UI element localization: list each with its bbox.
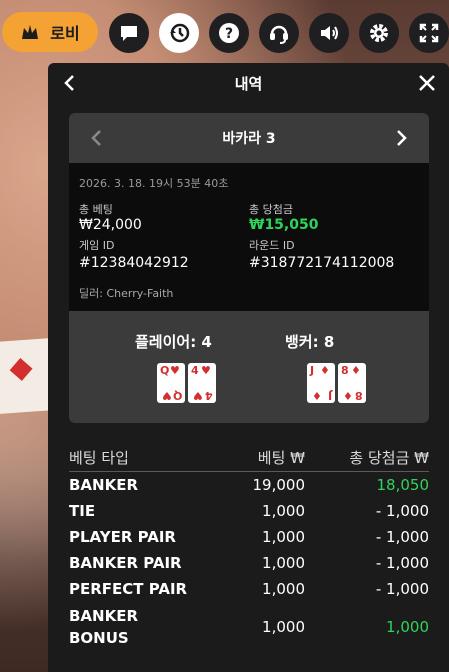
card-suit: ♥	[201, 364, 211, 377]
card-suit: ♦	[351, 364, 361, 377]
support-button[interactable]	[259, 13, 299, 53]
bet-amount: 1,000	[262, 580, 305, 598]
volume-button[interactable]	[309, 13, 349, 53]
card-rank: Q	[172, 389, 182, 402]
game-id-value: #12384042912	[79, 255, 189, 271]
total-win-value: ₩15,050	[249, 217, 319, 233]
fullscreen-button[interactable]	[409, 13, 449, 53]
panel-header: 내역	[48, 63, 449, 103]
playing-card: 4 ♥ 4 ♥	[188, 363, 216, 403]
card-suit: ♥	[170, 364, 180, 377]
card-rank: 4	[191, 364, 199, 377]
card-rank: J	[327, 389, 332, 402]
volume-icon	[321, 26, 338, 40]
history-icon	[170, 23, 190, 43]
table-row: PLAYER PAIR 1,000 - 1,000	[69, 524, 429, 550]
chat-button[interactable]	[109, 13, 149, 53]
card-suit: ♥	[193, 389, 203, 402]
win-amount: - 1,000	[375, 528, 429, 546]
game-navigator: 바카라 3	[69, 113, 429, 163]
next-icon[interactable]	[389, 126, 413, 150]
bet-type: PLAYER PAIR	[69, 528, 176, 546]
game-datetime: 2026. 3. 18. 19시 53분 40초	[79, 177, 229, 190]
table-row: BANKER PAIR 1,000 - 1,000	[69, 550, 429, 576]
bet-type: PERFECT PAIR	[69, 580, 188, 598]
history-panel: 내역 바카라 3 2026. 3. 18. 19시 53분 40초 총 베팅 ₩…	[48, 63, 449, 672]
table-row: PERFECT PAIR 1,000 - 1,000	[69, 576, 429, 602]
bets-table-header: 베팅 타입 베팅 ₩ 총 당첨금 ₩	[69, 443, 429, 472]
lobby-button[interactable]: 로비	[2, 12, 98, 52]
bet-type: BANKER	[69, 476, 139, 494]
bet-amount: 1,000	[262, 502, 305, 520]
total-win-label: 총 당첨금	[249, 203, 293, 216]
player-cards: Q ♥ Q ♥ 4 ♥ 4 ♥	[157, 363, 216, 403]
help-button[interactable]: ?	[209, 13, 249, 53]
svg-text:?: ?	[225, 26, 233, 42]
dealer-name: 딜러: Cherry-Faith	[79, 287, 174, 300]
round-result: 플레이어: 4 뱅커: 8 Q ♥ Q ♥ 4 ♥ 4 ♥ J ♦ J ♦ 8 …	[69, 311, 429, 423]
card-suit: ♥	[162, 389, 172, 402]
bet-type: BANKER PAIR	[69, 554, 182, 572]
playing-card: Q ♥ Q ♥	[157, 363, 185, 403]
card-rank: 4	[205, 389, 213, 402]
game-id-label: 게임 ID	[79, 239, 115, 252]
card-suit: ♦	[320, 364, 330, 377]
close-icon[interactable]	[415, 71, 439, 95]
bet-amount: 19,000	[252, 476, 306, 494]
bet-type: TIE	[69, 502, 96, 520]
banker-score: 뱅커: 8	[285, 333, 335, 351]
player-score: 플레이어: 4	[135, 333, 212, 351]
total-bet-value: ₩24,000	[79, 217, 142, 233]
card-rank: 8	[341, 364, 349, 377]
win-amount: - 1,000	[375, 554, 429, 572]
history-button[interactable]	[159, 13, 199, 53]
card-suit: ♦	[312, 389, 322, 402]
bet-amount: 1,000	[262, 554, 305, 572]
win-amount: - 1,000	[375, 502, 429, 520]
bets-table: 베팅 타입 베팅 ₩ 총 당첨금 ₩ BANKER 19,000 18,050 …	[69, 443, 429, 652]
header-bet-type: 베팅 타입	[69, 448, 129, 467]
game-record-card: 바카라 3 2026. 3. 18. 19시 53분 40초 총 베팅 ₩24,…	[69, 113, 429, 423]
card-rank: 8	[355, 389, 363, 402]
round-id-label: 라운드 ID	[249, 239, 295, 252]
win-amount: 18,050	[376, 476, 430, 494]
crown-icon	[22, 25, 39, 39]
settings-button[interactable]	[359, 13, 399, 53]
card-suit: ♦	[343, 389, 353, 402]
table-row: TIE 1,000 - 1,000	[69, 498, 429, 524]
win-amount: 1,000	[386, 618, 429, 636]
top-toolbar: 로비 ?	[0, 0, 449, 62]
panel-title: 내역	[234, 75, 263, 93]
table-row: BANKER 19,000 18,050	[69, 472, 429, 498]
game-name: 바카라 3	[222, 131, 276, 147]
card-rank: J	[310, 364, 315, 377]
game-info: 2026. 3. 18. 19시 53분 40초 총 베팅 ₩24,000 총 …	[69, 163, 429, 311]
bet-amount: 1,000	[262, 528, 305, 546]
banker-cards: J ♦ J ♦ 8 ♦ 8 ♦	[307, 363, 366, 403]
support-icon	[270, 25, 288, 44]
playing-card: 8 ♦ 8 ♦	[338, 363, 366, 403]
win-amount: - 1,000	[375, 580, 429, 598]
card-rank: Q	[160, 364, 170, 377]
round-id-value: #318772174112008	[249, 255, 395, 271]
header-bet-amount: 베팅 ₩	[257, 448, 305, 467]
table-row: BANKER BONUS 1,000 1,000	[69, 602, 429, 652]
playing-card: J ♦ J ♦	[307, 363, 335, 403]
bet-amount: 1,000	[262, 618, 305, 636]
lobby-label: 로비	[50, 24, 80, 43]
header-win-amount: 총 당첨금 ₩	[349, 448, 429, 467]
fullscreen-icon	[419, 23, 439, 43]
help-icon: ?	[219, 23, 239, 43]
bet-type: BANKER BONUS	[69, 607, 139, 647]
settings-icon	[370, 24, 388, 42]
total-bet-label: 총 베팅	[79, 203, 113, 216]
previous-icon[interactable]	[85, 126, 109, 150]
chat-icon	[121, 26, 137, 41]
